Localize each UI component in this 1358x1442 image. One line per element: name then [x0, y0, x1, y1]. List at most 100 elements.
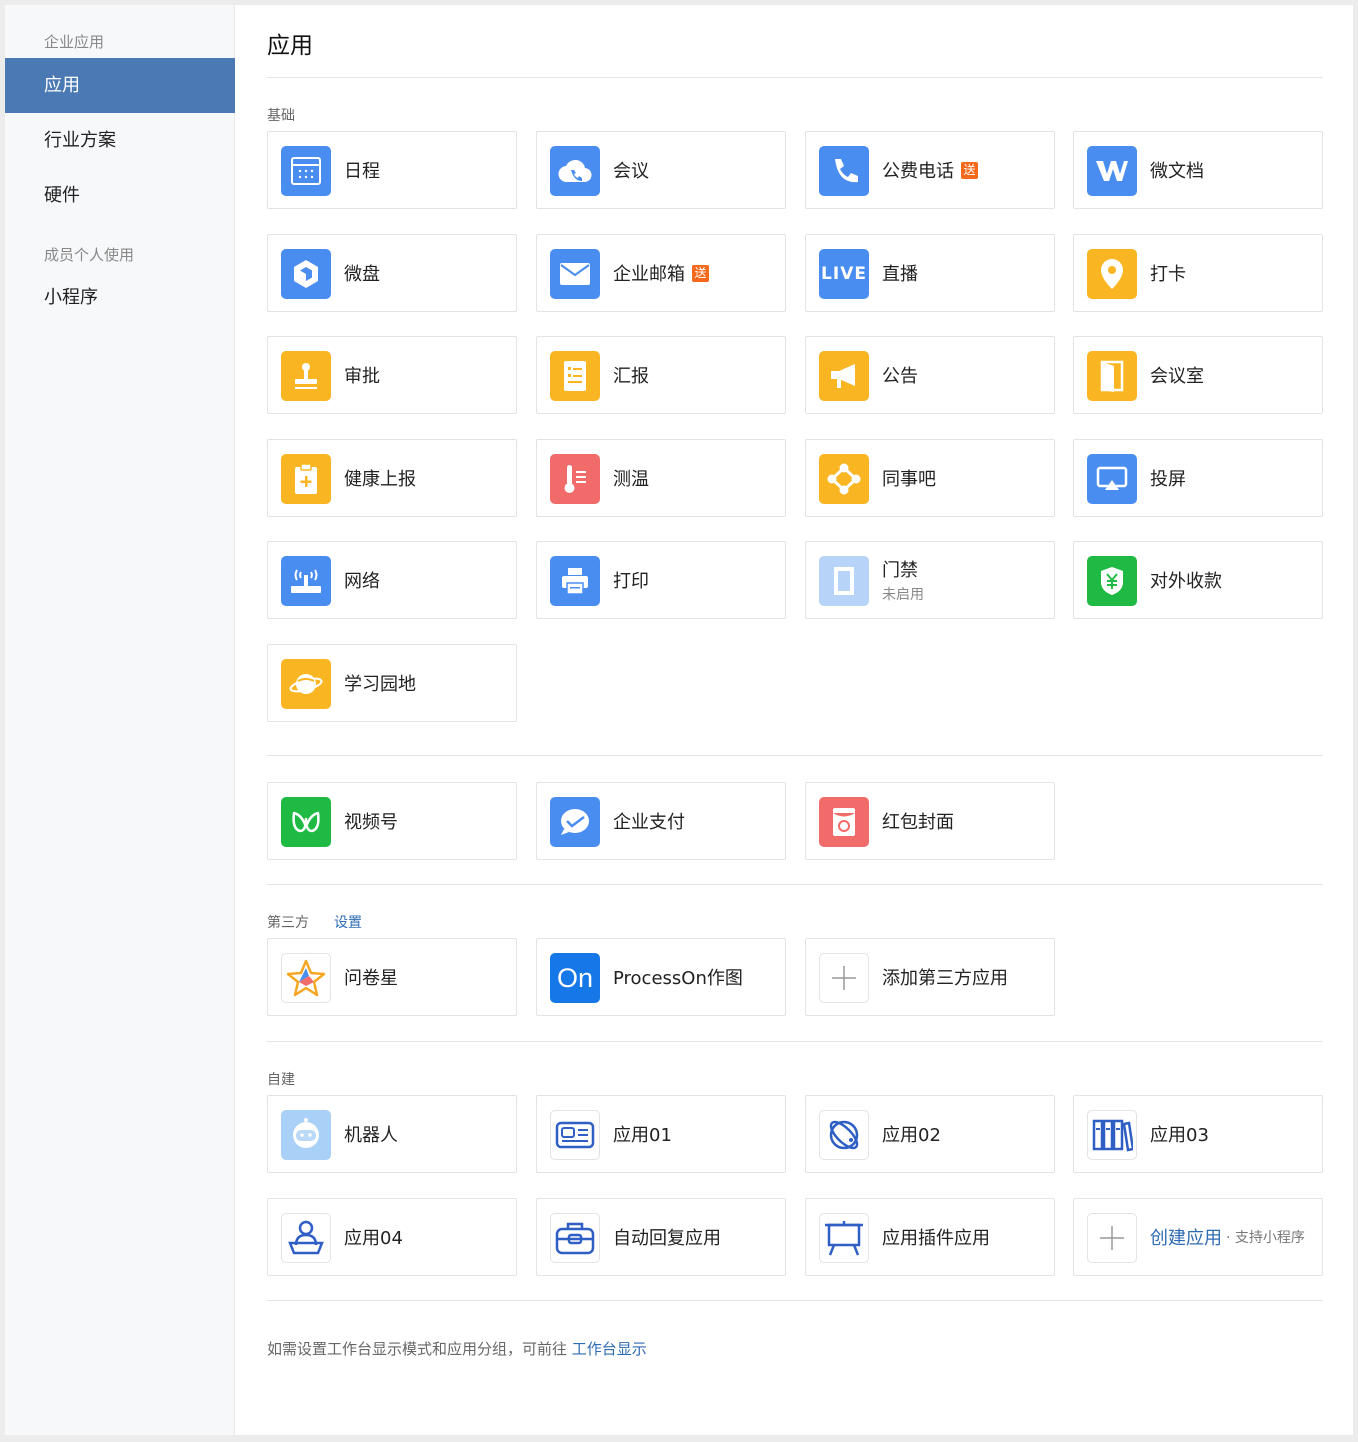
app-card-meeting-room[interactable]: 会议室 [1073, 336, 1323, 414]
app-card-wedrive[interactable]: 微盘 [267, 234, 517, 312]
section-custom-label: 自建 [267, 1072, 295, 1088]
app-name: 打印 [613, 571, 649, 592]
channels-icon [281, 797, 331, 847]
third-party-settings-link[interactable]: 设置 [334, 912, 362, 932]
app-name: 应用02 [882, 1125, 941, 1146]
planet-icon [281, 659, 331, 709]
app-name: 门禁 未启用 [882, 560, 924, 603]
app-name: 日程 [344, 161, 380, 182]
app-name: 测温 [613, 469, 649, 490]
app-card-wedoc[interactable]: 微文档 [1073, 131, 1323, 209]
app-card-meeting[interactable]: 会议 [536, 131, 786, 209]
app-card-external-payment[interactable]: 对外收款 [1073, 541, 1323, 619]
app-name: 会议室 [1150, 366, 1204, 387]
app-card-mail[interactable]: 企业邮箱送 [536, 234, 786, 312]
app-card-colleague-bar[interactable]: 同事吧 [805, 439, 1055, 517]
w-doc-icon [1087, 146, 1137, 196]
app-name: 红包封面 [882, 812, 954, 833]
app-name: 企业支付 [613, 812, 685, 833]
sidebar: 企业应用 应用 行业方案 硬件 成员个人使用 小程序 [5, 5, 235, 1435]
cube-icon [281, 249, 331, 299]
gift-tag: 送 [692, 264, 709, 282]
payment-bubble-icon [550, 797, 600, 847]
workbench-display-link[interactable]: 工作台显示 [572, 1340, 647, 1358]
app-name: 自动回复应用 [613, 1228, 721, 1249]
red-envelope-icon [819, 797, 869, 847]
app-card-network[interactable]: 网络 [267, 541, 517, 619]
app-card-health-report[interactable]: 健康上报 [267, 439, 517, 517]
gift-tag: 送 [961, 161, 978, 179]
sidebar-item-hardware[interactable]: 硬件 [5, 168, 235, 223]
app-card-processon[interactable]: On ProcessOn作图 [536, 938, 786, 1016]
add-third-party-label: 添加第三方应用 [882, 968, 1008, 989]
section-third-party-label: 第三方 [267, 915, 309, 931]
app-card-red-envelope[interactable]: 红包封面 [805, 782, 1055, 860]
app-name: 网络 [344, 571, 380, 592]
app-card-checkin[interactable]: 打卡 [1073, 234, 1323, 312]
app-name: 应用04 [344, 1228, 403, 1249]
app-card-print[interactable]: 打印 [536, 541, 786, 619]
app-card-report[interactable]: 汇报 [536, 336, 786, 414]
phone-icon [819, 146, 869, 196]
page-title: 应用 [267, 33, 313, 59]
sidebar-item-industry[interactable]: 行业方案 [5, 113, 235, 168]
app-card-app01[interactable]: 应用01 [536, 1095, 786, 1173]
report-doc-icon [550, 351, 600, 401]
mail-icon [550, 249, 600, 299]
app-card-app02[interactable]: 应用02 [805, 1095, 1055, 1173]
app-name: 审批 [344, 366, 380, 387]
section-basic-label: 基础 [267, 108, 295, 124]
printer-icon [550, 556, 600, 606]
app-card-learning[interactable]: 学习园地 [267, 644, 517, 722]
app-card-app04[interactable]: 应用04 [267, 1198, 517, 1276]
main-content: 应用 基础 日程 会议 公费电话送 微文档 微盘 企业邮箱 送 LIVE 直播 … [267, 5, 1323, 1435]
app-card-calendar[interactable]: 日程 [267, 131, 517, 209]
app-name: 微文档 [1150, 161, 1204, 182]
app-card-live[interactable]: LIVE 直播 [805, 234, 1055, 312]
app-card-channels[interactable]: 视频号 [267, 782, 517, 860]
app-name: 会议 [613, 161, 649, 182]
divider [267, 1041, 1323, 1042]
app-card-public-phone[interactable]: 公费电话送 [805, 131, 1055, 209]
app-card-temperature[interactable]: 测温 [536, 439, 786, 517]
add-third-party-app-button[interactable]: 添加第三方应用 [805, 938, 1055, 1016]
create-app-label: 创建应用 · 支持小程序 [1150, 1228, 1305, 1249]
app-card-robot[interactable]: 机器人 [267, 1095, 517, 1173]
app-card-access-control[interactable]: 门禁 未启用 [805, 541, 1055, 619]
app-name: ProcessOn作图 [613, 968, 743, 989]
app-name: 同事吧 [882, 469, 936, 490]
sidebar-item-miniprogram[interactable]: 小程序 [5, 270, 235, 325]
app-name: 应用01 [613, 1125, 672, 1146]
app-card-app03[interactable]: 应用03 [1073, 1095, 1323, 1173]
star-icon [281, 953, 331, 1003]
app-card-screen-cast[interactable]: 投屏 [1073, 439, 1323, 517]
screen-cast-icon [1087, 454, 1137, 504]
divider [267, 884, 1323, 885]
sidebar-group-personal: 成员个人使用 [44, 246, 135, 264]
robot-icon [281, 1110, 331, 1160]
calendar-icon [281, 146, 331, 196]
app-name: 对外收款 [1150, 571, 1222, 592]
wifi-router-icon [281, 556, 331, 606]
sidebar-group-enterprise: 企业应用 [44, 33, 105, 51]
divider [267, 755, 1323, 756]
app-card-approval[interactable]: 审批 [267, 336, 517, 414]
network-nodes-icon [819, 454, 869, 504]
app-name: 健康上报 [344, 469, 416, 490]
app-card-auto-reply[interactable]: 自动回复应用 [536, 1198, 786, 1276]
plus-icon [1087, 1213, 1137, 1263]
processon-icon: On [550, 953, 600, 1003]
app-card-enterprise-pay[interactable]: 企业支付 [536, 782, 786, 860]
id-card-icon [550, 1110, 600, 1160]
create-app-button[interactable]: 创建应用 · 支持小程序 [1073, 1198, 1323, 1276]
app-name: 公费电话送 [882, 132, 978, 208]
divider [267, 77, 1323, 78]
sidebar-item-apps[interactable]: 应用 [5, 58, 235, 113]
app-name: 投屏 [1150, 469, 1186, 490]
app-card-announcement[interactable]: 公告 [805, 336, 1055, 414]
app-name: 学习园地 [344, 674, 416, 695]
miniprogram-hint: · 支持小程序 [1226, 1230, 1305, 1246]
app-card-wjx[interactable]: 问卷星 [267, 938, 517, 1016]
app-card-plugin-app[interactable]: 应用插件应用 [805, 1198, 1055, 1276]
access-door-icon [819, 556, 869, 606]
